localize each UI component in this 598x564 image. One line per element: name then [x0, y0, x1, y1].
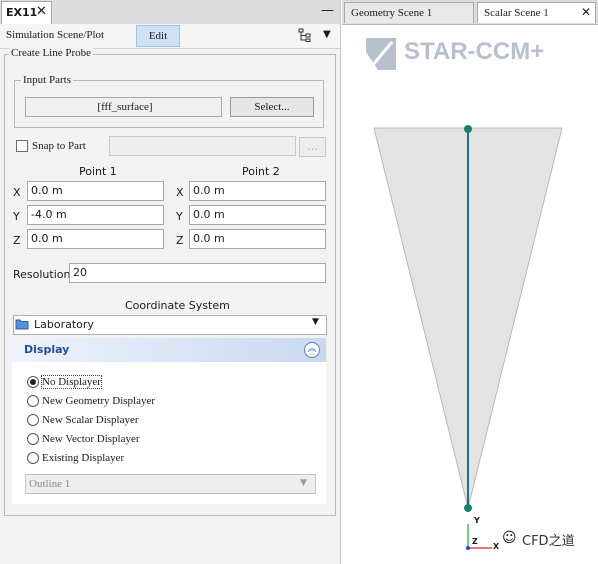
point1-x-label: X	[13, 186, 21, 199]
folder-icon	[15, 318, 29, 333]
collapse-icon[interactable]: ︽	[304, 342, 320, 358]
radio-label-new-scalar-displayer: New Scalar Displayer	[42, 414, 139, 426]
display-title: Display	[24, 343, 70, 356]
probe-point-2[interactable]	[464, 125, 472, 133]
point2-x-label: X	[176, 186, 184, 199]
point2-title: Point 2	[242, 165, 280, 178]
minimize-icon[interactable]: —	[321, 3, 334, 18]
scene-tab-bar: Geometry Scene 1 Scalar Scene 1 ✕	[342, 0, 598, 25]
point2-x-field[interactable]: 0.0 m	[189, 181, 326, 201]
point2-y-field[interactable]: 0.0 m	[189, 205, 326, 225]
tab-label: EX11	[6, 6, 38, 19]
scene-viewport[interactable]: STAR-CCM+ Y Z X ☺ CFD之道	[342, 0, 598, 564]
snap-part-button: ...	[299, 137, 326, 157]
radio-label-new-geometry-displayer: New Geometry Displayer	[42, 395, 156, 407]
tab-geometry-scene[interactable]: Geometry Scene 1	[344, 2, 474, 23]
point1-title: Point 1	[79, 165, 117, 178]
snap-to-part-label: Snap to Part	[32, 140, 86, 152]
axis-x-label: X	[493, 542, 500, 551]
edit-button[interactable]: Edit	[136, 25, 180, 47]
properties-panel: EX11 ✕ — Simulation Scene/Plot Edit ▼ Cr…	[0, 0, 341, 564]
wechat-icon: ☺	[502, 530, 517, 546]
axis-triad-icon	[466, 524, 492, 550]
radio-no-displayer[interactable]	[27, 376, 39, 388]
tab-ex11[interactable]: EX11 ✕	[1, 1, 52, 24]
panel-tab-bar: EX11 ✕ —	[0, 0, 340, 25]
select-parts-button[interactable]: Select...	[230, 97, 314, 117]
group-title: Create Line Probe	[9, 47, 94, 59]
radio-new-scalar-displayer[interactable]	[27, 414, 39, 426]
chevron-down-icon: ▼	[300, 478, 307, 488]
radio-new-vector-displayer[interactable]	[27, 433, 39, 445]
input-parts-field[interactable]: [fff_surface]	[25, 97, 222, 117]
point2-y-label: Y	[176, 210, 183, 223]
panel-toolbar: Simulation Scene/Plot Edit ▼	[0, 24, 340, 49]
radio-label-new-vector-displayer: New Vector Displayer	[42, 433, 140, 445]
chevron-down-icon[interactable]: ▼	[312, 317, 319, 327]
axis-z-label: Z	[472, 537, 478, 546]
watermark-text: CFD之道	[522, 534, 575, 549]
resolution-label: Resolution	[13, 268, 71, 281]
scene-plot-menu[interactable]: Simulation Scene/Plot	[6, 29, 104, 41]
point2-z-field[interactable]: 0.0 m	[189, 229, 326, 249]
axis-y-label: Y	[474, 516, 480, 525]
snap-part-field	[109, 136, 296, 156]
star-ccm-logo-text: STAR-CCM+	[404, 38, 545, 65]
tab-label: Scalar Scene 1	[484, 7, 549, 19]
tree-view-icon[interactable]	[298, 28, 312, 46]
tab-label: Geometry Scene 1	[351, 7, 433, 19]
point1-z-field[interactable]: 0.0 m	[27, 229, 164, 249]
coordinate-system-title: Coordinate System	[125, 299, 230, 312]
star-ccm-logo-mark	[366, 38, 396, 70]
resolution-field[interactable]: 20	[69, 263, 326, 283]
point2-z-label: Z	[176, 234, 184, 247]
input-parts-title: Input Parts	[21, 74, 73, 86]
snap-to-part-checkbox[interactable]	[16, 140, 28, 152]
radio-label-no-displayer: No Displayer	[41, 375, 102, 389]
coordinate-system-select[interactable]: Laboratory	[13, 315, 327, 335]
close-icon[interactable]: ✕	[36, 4, 47, 19]
point1-x-field[interactable]: 0.0 m	[27, 181, 164, 201]
existing-displayer-select: Outline 1	[25, 474, 316, 494]
point1-z-label: Z	[13, 234, 21, 247]
radio-label-existing-displayer: Existing Displayer	[42, 452, 125, 464]
point1-y-label: Y	[13, 210, 20, 223]
tab-scalar-scene[interactable]: Scalar Scene 1 ✕	[477, 2, 596, 23]
radio-existing-displayer[interactable]	[27, 452, 39, 464]
radio-new-geometry-displayer[interactable]	[27, 395, 39, 407]
close-icon[interactable]: ✕	[581, 5, 591, 20]
point1-y-field[interactable]: -4.0 m	[27, 205, 164, 225]
probe-point-1[interactable]	[464, 504, 472, 512]
display-section-header[interactable]: Display ︽	[12, 338, 326, 362]
dropdown-arrow-icon[interactable]: ▼	[323, 29, 331, 40]
